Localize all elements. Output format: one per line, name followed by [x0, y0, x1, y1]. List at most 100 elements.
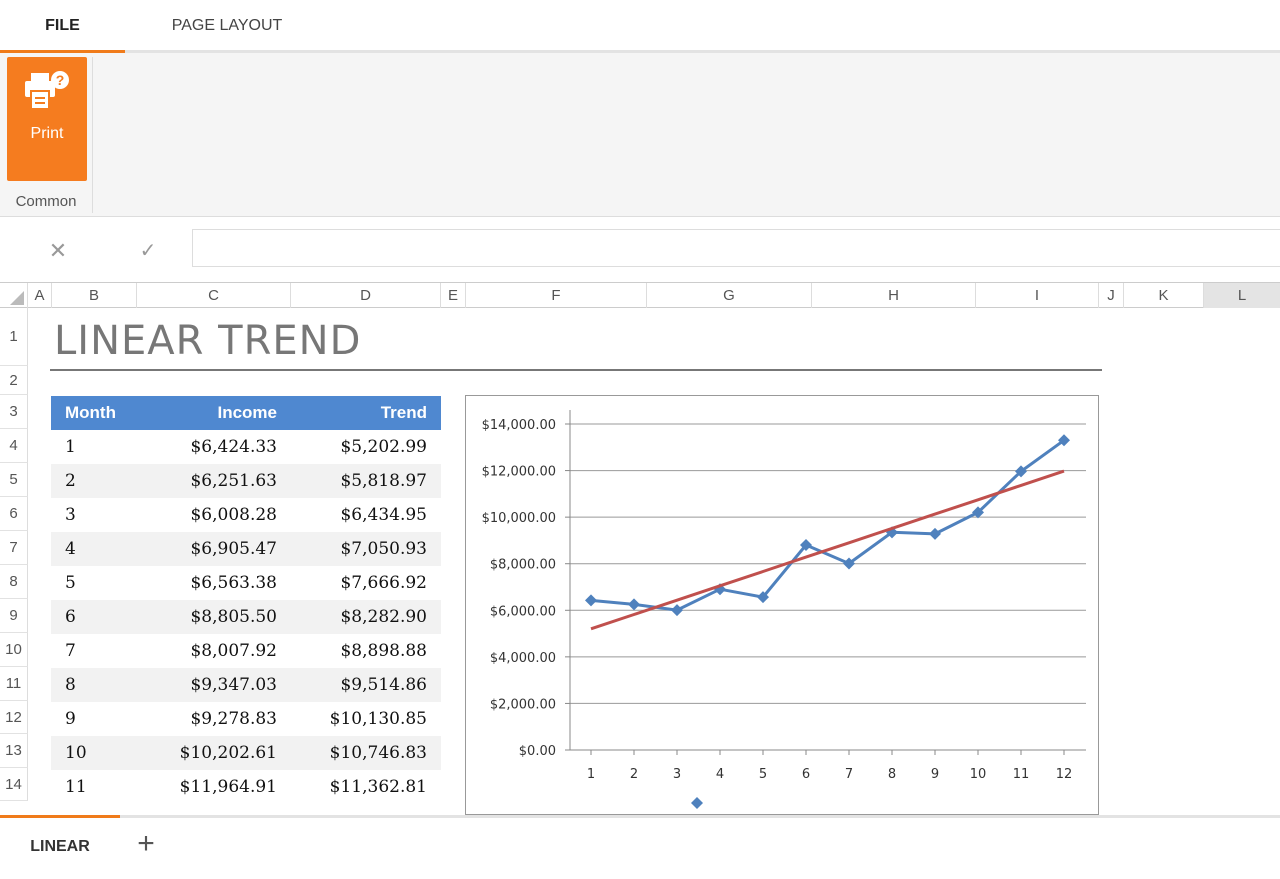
tab-file[interactable]: FILE	[0, 0, 125, 53]
column-header-c[interactable]: C	[137, 283, 291, 308]
column-header-i[interactable]: I	[976, 283, 1099, 308]
row-header-2[interactable]: 2	[0, 366, 28, 395]
table-row: 11 $11,964.91 $11,362.81	[51, 770, 441, 804]
row-header-12[interactable]: 12	[0, 701, 28, 734]
cell-trend[interactable]: $5,202.99	[340, 430, 427, 464]
cell-month[interactable]: 7	[65, 634, 76, 668]
column-header-j[interactable]: J	[1099, 283, 1124, 308]
column-header-a[interactable]: A	[28, 283, 52, 308]
cell-month[interactable]: 2	[65, 464, 76, 498]
cell-income[interactable]: $6,251.63	[190, 464, 277, 498]
cell-income[interactable]: $6,424.33	[190, 430, 277, 464]
cell-income[interactable]: $11,964.91	[180, 770, 277, 804]
y-tick-label: $10,000.00	[482, 511, 556, 526]
cell-month[interactable]: 6	[65, 600, 76, 634]
print-label: Print	[30, 125, 64, 142]
cell-month[interactable]: 5	[65, 566, 76, 600]
cell-income[interactable]: $6,905.47	[190, 532, 277, 566]
cell-trend[interactable]: $10,746.83	[330, 736, 427, 770]
row-header-14[interactable]: 14	[0, 768, 28, 801]
x-tick-label: 10	[970, 767, 987, 782]
column-header-h[interactable]: H	[812, 283, 976, 308]
header-month[interactable]: Month	[65, 396, 116, 430]
x-tick-label: 11	[1013, 767, 1030, 782]
cell-month[interactable]: 3	[65, 498, 76, 532]
tab-page-layout[interactable]: PAGE LAYOUT	[147, 0, 307, 50]
x-tick-label: 3	[673, 767, 681, 782]
cell-month[interactable]: 8	[65, 668, 76, 702]
sheet-tab-bar: LINEAR +	[0, 815, 1280, 879]
cell-income[interactable]: $8,007.92	[190, 634, 277, 668]
x-tick-label: 5	[759, 767, 767, 782]
cell-month[interactable]: 11	[65, 770, 87, 804]
column-header-k[interactable]: K	[1124, 283, 1204, 308]
column-header-f[interactable]: F	[466, 283, 647, 308]
cell-trend[interactable]: $7,050.93	[340, 532, 427, 566]
table-row: 5 $6,563.38 $7,666.92	[51, 566, 441, 600]
cell-trend[interactable]: $9,514.86	[340, 668, 427, 702]
column-header-g[interactable]: G	[647, 283, 812, 308]
column-header-l[interactable]: L	[1204, 283, 1280, 308]
cell-income[interactable]: $6,563.38	[190, 566, 277, 600]
row-header-13[interactable]: 13	[0, 734, 28, 768]
x-tick-label: 9	[931, 767, 939, 782]
table-row: 2 $6,251.63 $5,818.97	[51, 464, 441, 498]
cell-trend[interactable]: $6,434.95	[340, 498, 427, 532]
row-header-4[interactable]: 4	[0, 429, 28, 463]
y-tick-label: $6,000.00	[490, 604, 556, 619]
row-header-9[interactable]: 9	[0, 599, 28, 633]
header-income[interactable]: Income	[217, 396, 277, 430]
column-header-d[interactable]: D	[291, 283, 441, 308]
check-icon[interactable]: ✓	[136, 239, 160, 263]
close-icon[interactable]: ✕	[46, 239, 70, 263]
column-header-b[interactable]: B	[52, 283, 137, 308]
cell-income[interactable]: $6,008.28	[190, 498, 277, 532]
row-header-1[interactable]: 1	[0, 308, 28, 366]
row-header-11[interactable]: 11	[0, 667, 28, 701]
cell-trend[interactable]: $11,362.81	[330, 770, 427, 804]
cell-month[interactable]: 10	[65, 736, 87, 770]
table-row: 4 $6,905.47 $7,050.93	[51, 532, 441, 566]
cell-income[interactable]: $8,805.50	[190, 600, 277, 634]
x-tick-label: 12	[1056, 767, 1073, 782]
series-line-2	[590, 469, 1065, 631]
table-row: 3 $6,008.28 $6,434.95	[51, 498, 441, 532]
row-header-5[interactable]: 5	[0, 463, 28, 497]
select-all-corner[interactable]	[0, 283, 28, 308]
row-header-3[interactable]: 3	[0, 395, 28, 429]
header-trend[interactable]: Trend	[381, 396, 427, 430]
ribbon-tabs: FILE PAGE LAYOUT	[0, 0, 1280, 53]
cell-month[interactable]: 9	[65, 702, 76, 736]
column-header-e[interactable]: E	[441, 283, 466, 308]
row-header-8[interactable]: 8	[0, 565, 28, 599]
cell-income[interactable]: $9,278.83	[190, 702, 277, 736]
cell-trend[interactable]: $8,282.90	[340, 600, 427, 634]
cell-month[interactable]: 4	[65, 532, 76, 566]
row-header-10[interactable]: 10	[0, 633, 28, 667]
data-point	[671, 604, 683, 617]
x-tick-label: 8	[888, 767, 896, 782]
table-header-row: Month Income Trend	[51, 396, 441, 430]
cell-income[interactable]: $10,202.61	[180, 736, 277, 770]
sheet-title[interactable]: LINEAR TREND	[54, 318, 361, 364]
cell-income[interactable]: $9,347.03	[190, 668, 277, 702]
formula-input[interactable]	[192, 229, 1280, 267]
sheet-tab-linear[interactable]: LINEAR	[0, 815, 120, 876]
cell-trend[interactable]: $7,666.92	[340, 566, 427, 600]
row-header-6[interactable]: 6	[0, 497, 28, 531]
linear-trend-chart[interactable]: $0.00 $2,000.00 $4,000.00 $6,000.00 $8,000.0…	[465, 395, 1099, 815]
cell-trend[interactable]: $5,818.97	[340, 464, 427, 498]
table-row: 8 $9,347.03 $9,514.86	[51, 668, 441, 702]
y-tick-label: $0.00	[519, 744, 556, 759]
x-tick-label: 4	[716, 767, 724, 782]
data-point	[628, 598, 640, 611]
cell-trend[interactable]: $10,130.85	[330, 702, 427, 736]
row-header-7[interactable]: 7	[0, 531, 28, 565]
cell-trend[interactable]: $8,898.88	[340, 634, 427, 668]
column-headers: A B C D E F G H I J K L	[0, 282, 1280, 308]
cell-month[interactable]: 1	[65, 430, 76, 464]
print-button[interactable]: ? Print	[7, 57, 87, 181]
ribbon-panel: ? Print Common	[0, 53, 1280, 217]
svg-text:?: ?	[56, 72, 65, 88]
plus-icon[interactable]: +	[132, 824, 160, 864]
